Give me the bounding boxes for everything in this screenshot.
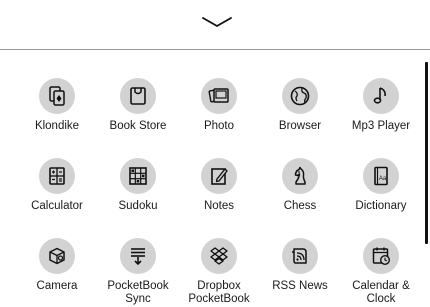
app-label: Browser bbox=[278, 120, 322, 132]
photo-stack-icon bbox=[201, 78, 237, 114]
globe-icon bbox=[282, 78, 318, 114]
sudoku-grid-icon bbox=[120, 158, 156, 194]
app-rss-news[interactable]: RSS News bbox=[258, 238, 342, 293]
cards-icon bbox=[39, 78, 75, 114]
dictionary-book-icon: Aa bbox=[363, 158, 399, 194]
app-dictionary[interactable]: Aa Dictionary bbox=[339, 158, 423, 213]
app-label: Mp3 Player bbox=[351, 120, 411, 132]
app-label: Chess bbox=[283, 200, 317, 212]
app-sudoku[interactable]: Sudoku bbox=[96, 158, 180, 213]
app-label: Calendar & Clock bbox=[352, 280, 410, 305]
dropbox-icon bbox=[201, 238, 237, 274]
app-label: Calculator bbox=[31, 200, 83, 212]
camera-cube-icon bbox=[39, 238, 75, 274]
app-mp3-player[interactable]: Mp3 Player bbox=[339, 78, 423, 133]
app-book-store[interactable]: Book Store bbox=[96, 78, 180, 133]
app-label: RSS News bbox=[272, 280, 328, 292]
app-calculator[interactable]: Calculator bbox=[15, 158, 99, 213]
pencil-note-icon bbox=[201, 158, 237, 194]
app-label: Klondike bbox=[34, 120, 80, 132]
app-label: Dropbox PocketBook bbox=[188, 280, 250, 305]
app-grid: Klondike Book Store Photo Browser Mp3 Pl… bbox=[0, 0, 420, 307]
app-klondike[interactable]: Klondike bbox=[15, 78, 99, 133]
app-pocketbook-sync[interactable]: PocketBook Sync bbox=[96, 238, 180, 306]
app-label: Dictionary bbox=[355, 200, 407, 212]
app-photo[interactable]: Photo bbox=[177, 78, 261, 133]
chess-knight-icon bbox=[282, 158, 318, 194]
music-note-icon bbox=[363, 78, 399, 114]
app-label: Sudoku bbox=[118, 200, 158, 212]
calculator-icon bbox=[39, 158, 75, 194]
store-bag-icon bbox=[120, 78, 156, 114]
app-notes[interactable]: Notes bbox=[177, 158, 261, 213]
app-label: Book Store bbox=[109, 120, 167, 132]
dictionary-icon-text: Aa bbox=[379, 176, 387, 182]
app-launcher-screen: Klondike Book Store Photo Browser Mp3 Pl… bbox=[0, 0, 430, 307]
rss-feed-icon bbox=[282, 238, 318, 274]
calendar-clock-icon bbox=[363, 238, 399, 274]
app-label: Photo bbox=[203, 120, 235, 132]
app-label: Camera bbox=[36, 280, 78, 292]
app-dropbox-pocketbook[interactable]: Dropbox PocketBook bbox=[177, 238, 261, 306]
app-label: Notes bbox=[203, 200, 235, 212]
sync-download-icon bbox=[120, 238, 156, 274]
app-calendar-clock[interactable]: Calendar & Clock bbox=[339, 238, 423, 306]
app-camera[interactable]: Camera bbox=[15, 238, 99, 293]
app-browser[interactable]: Browser bbox=[258, 78, 342, 133]
app-chess[interactable]: Chess bbox=[258, 158, 342, 213]
app-label: PocketBook Sync bbox=[107, 280, 169, 305]
scrollbar[interactable] bbox=[425, 62, 428, 244]
